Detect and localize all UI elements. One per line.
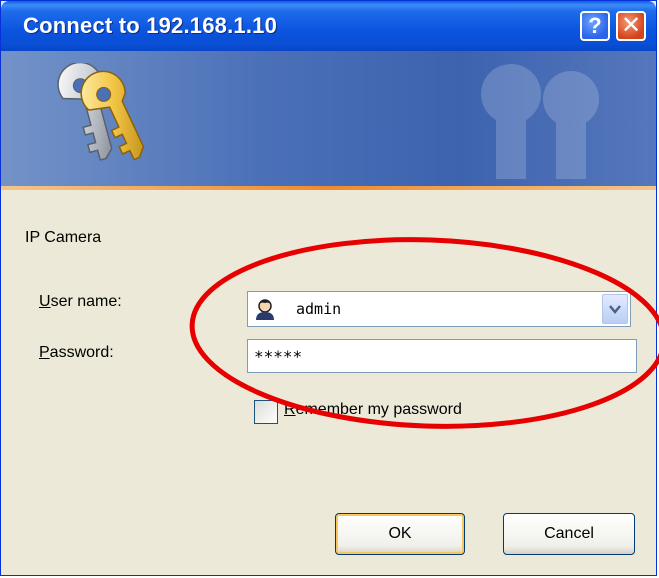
password-label-accesskey: P — [39, 344, 50, 361]
keys-watermark-icon — [481, 64, 599, 179]
banner-accent-line — [1, 186, 656, 190]
username-dropdown-button[interactable] — [602, 294, 628, 324]
user-icon — [256, 299, 274, 320]
chevron-down-icon — [609, 305, 621, 314]
username-label: User name: — [39, 293, 122, 311]
remember-label-text: emember my password — [295, 401, 462, 418]
close-button[interactable]: ✕ — [616, 11, 646, 41]
password-field[interactable] — [247, 339, 637, 373]
remember-password-label[interactable]: Remember my password — [284, 401, 462, 419]
cancel-button[interactable]: Cancel — [503, 513, 635, 555]
username-combobox[interactable]: admin — [247, 291, 631, 327]
login-dialog: Connect to 192.168.1.10 ? ✕ IP Camera Us… — [0, 0, 657, 576]
ok-button[interactable]: OK — [335, 513, 465, 555]
window-title: Connect to 192.168.1.10 — [23, 13, 278, 38]
title-bar[interactable]: Connect to 192.168.1.10 ? ✕ — [1, 1, 656, 51]
username-value: admin — [296, 300, 342, 318]
help-button[interactable]: ? — [580, 11, 610, 41]
password-label: Password: — [39, 344, 114, 362]
realm-label: IP Camera — [25, 229, 102, 246]
username-label-text: ser name: — [50, 293, 122, 310]
username-label-accesskey: U — [39, 293, 51, 310]
keys-icon — [57, 63, 145, 161]
password-label-text: assword: — [49, 344, 114, 361]
remember-password-checkbox[interactable] — [254, 400, 278, 424]
remember-label-accesskey: R — [284, 401, 296, 418]
